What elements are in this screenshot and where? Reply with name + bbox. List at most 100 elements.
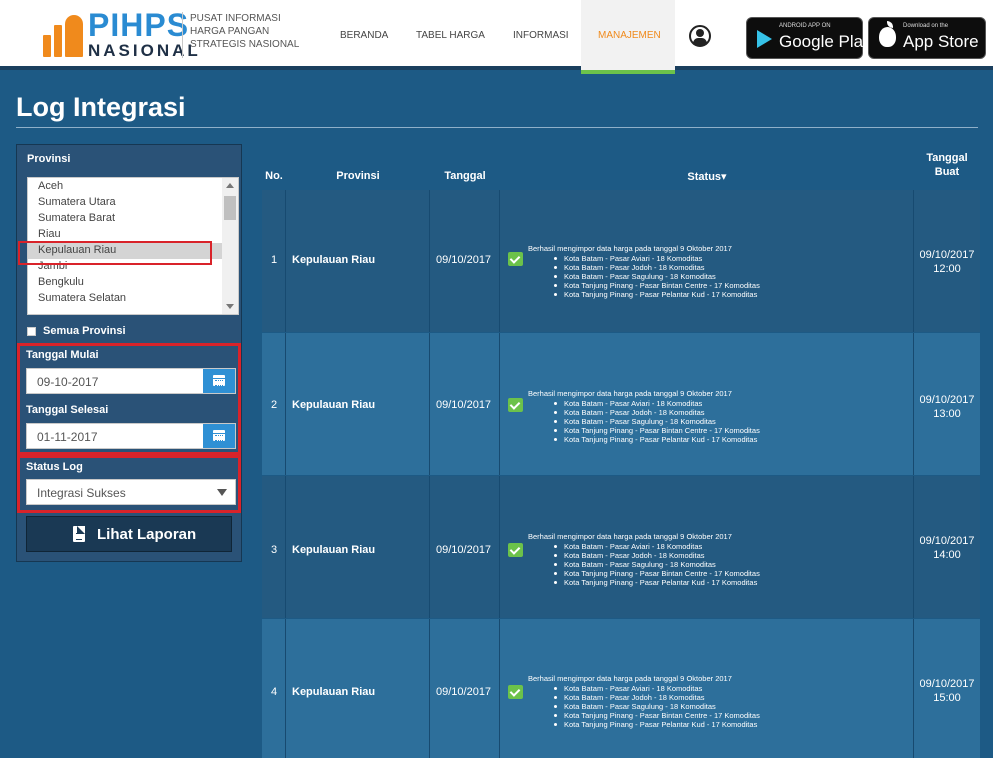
google-play-label: Google Play [779, 32, 872, 51]
row-provinsi: Kepulauan Riau [292, 686, 376, 698]
google-play-icon [757, 30, 772, 48]
row-buat-time: 13:00 [933, 408, 961, 420]
logo-desc-line: PUSAT INFORMASI [190, 13, 281, 24]
title-divider [16, 127, 978, 128]
row-buat-time: 12:00 [933, 263, 961, 275]
tanggal-selesai-input[interactable]: 01-11-2017 [26, 423, 236, 449]
province-option[interactable]: Aceh [38, 180, 63, 192]
status-item: Kota Batam - Pasar Sagulung - 18 Komodit… [554, 417, 716, 426]
header-tanggal-buat-2: Buat [934, 166, 960, 178]
status-head: Berhasil mengimpor data harga pada tangg… [528, 674, 732, 683]
chevron-down-icon [217, 489, 227, 496]
status-item: Kota Batam - Pasar Aviari - 18 Komoditas [553, 254, 703, 263]
nav-tabel-harga[interactable]: TABEL HARGA [416, 30, 485, 41]
logo-title[interactable]: PIHPS [88, 9, 189, 41]
nav-manajemen[interactable]: MANAJEMEN [598, 30, 661, 41]
row-buat-date: 09/10/2017 [919, 249, 975, 261]
status-item: Kota Batam - Pasar Jodoh - 18 Komoditas [554, 693, 705, 702]
row-buat-time: 15:00 [933, 692, 961, 704]
cell-status-bg [500, 333, 914, 475]
row-tanggal: 09/10/2017 [436, 544, 492, 556]
logo-desc-line: HARGA PANGAN [190, 26, 270, 37]
tanggal-selesai-label: Tanggal Selesai [26, 404, 109, 416]
tanggal-mulai-calendar-button[interactable] [203, 369, 235, 393]
status-head: Berhasil mengimpor data harga pada tangg… [528, 244, 732, 253]
success-check-icon [508, 543, 523, 557]
province-option[interactable]: Sumatera Barat [38, 212, 115, 224]
provinsi-label: Provinsi [27, 153, 71, 165]
header-provinsi[interactable]: Provinsi [286, 170, 430, 182]
row-no: 1 [271, 254, 278, 266]
table-row[interactable]: 1 Kepulauan Riau 09/10/2017 Berhasil men… [262, 190, 980, 332]
status-item: Kota Batam - Pasar Jodoh - 18 Komoditas [554, 408, 705, 417]
success-check-icon [508, 685, 523, 699]
status-log-label: Status Log [26, 461, 83, 473]
status-head: Berhasil mengimpor data harga pada tangg… [528, 389, 732, 398]
province-option[interactable]: Sumatera Selatan [38, 292, 126, 304]
status-log-value: Integrasi Sukses [37, 486, 126, 500]
success-check-icon [508, 252, 523, 266]
status-item: Kota Tanjung Pinang - Pasar Pelantar Kud… [553, 720, 758, 729]
nav-informasi[interactable]: INFORMASI [513, 30, 569, 41]
scrollbar-thumb[interactable] [224, 196, 236, 220]
user-account-icon[interactable] [689, 25, 711, 47]
cell-status-bg [500, 190, 914, 332]
header-no: No. [265, 170, 283, 182]
row-no: 2 [271, 399, 278, 411]
cell-status-bg [500, 476, 914, 618]
table-row[interactable]: 4 Kepulauan Riau 09/10/2017 Berhasil men… [262, 619, 980, 758]
status-item: Kota Tanjung Pinang - Pasar Bintan Centr… [554, 281, 760, 290]
status-item: Kota Tanjung Pinang - Pasar Bintan Centr… [554, 711, 760, 720]
status-item: Kota Tanjung Pinang - Pasar Bintan Centr… [554, 569, 760, 578]
app-store-small-text: Download on the [903, 23, 949, 29]
lihat-laporan-label: Lihat Laporan [97, 526, 197, 543]
semua-provinsi-checkbox[interactable] [27, 327, 36, 336]
nav-beranda[interactable]: BERANDA [340, 30, 388, 41]
apple-icon [879, 21, 896, 47]
status-head: Berhasil mengimpor data harga pada tangg… [528, 532, 732, 541]
tanggal-mulai-label: Tanggal Mulai [26, 349, 99, 361]
status-item: Kota Batam - Pasar Aviari - 18 Komoditas [553, 399, 703, 408]
province-option[interactable]: Bengkulu [38, 276, 84, 288]
app-store-label: App Store [903, 32, 979, 51]
calendar-icon [213, 430, 225, 441]
status-item: Kota Batam - Pasar Aviari - 18 Komoditas [553, 684, 703, 693]
row-buat-time: 14:00 [933, 549, 961, 561]
logo-desc-line: STRATEGIS NASIONAL [190, 39, 300, 50]
status-item: Kota Batam - Pasar Jodoh - 18 Komoditas [554, 551, 705, 560]
province-option[interactable]: Sumatera Utara [38, 196, 116, 208]
row-provinsi: Kepulauan Riau [292, 544, 376, 556]
row-buat-date: 09/10/2017 [919, 535, 975, 547]
header-tanggal[interactable]: Tanggal [430, 170, 500, 182]
status-item: Kota Batam - Pasar Sagulung - 18 Komodit… [554, 272, 716, 281]
status-log-select[interactable]: Integrasi Sukses [26, 479, 236, 505]
app-store-button[interactable]: Download on the App Store [868, 17, 986, 59]
province-option[interactable]: Riau [38, 228, 61, 240]
google-play-small-text: ANDROID APP ON [779, 23, 831, 29]
google-play-button[interactable]: ANDROID APP ON Google Play [746, 17, 872, 59]
lihat-laporan-button[interactable]: Lihat Laporan [26, 516, 232, 552]
row-no: 4 [271, 686, 278, 698]
row-provinsi: Kepulauan Riau [292, 254, 376, 266]
scroll-up-icon[interactable] [226, 183, 234, 188]
header-status[interactable]: Status▾ [500, 170, 914, 183]
status-item: Kota Tanjung Pinang - Pasar Pelantar Kud… [553, 435, 758, 444]
table-row[interactable]: 3 Kepulauan Riau 09/10/2017 Berhasil men… [262, 476, 980, 618]
status-item: Kota Tanjung Pinang - Pasar Pelantar Kud… [553, 578, 758, 587]
listbox-scrollbar[interactable] [222, 178, 238, 314]
row-provinsi: Kepulauan Riau [292, 399, 376, 411]
tanggal-mulai-input[interactable]: 09-10-2017 [26, 368, 236, 394]
semua-provinsi-label[interactable]: Semua Provinsi [43, 325, 126, 337]
row-tanggal: 09/10/2017 [436, 686, 492, 698]
status-item: Kota Tanjung Pinang - Pasar Pelantar Kud… [553, 290, 758, 299]
calendar-icon [213, 375, 225, 386]
pihps-logo-icon[interactable] [43, 15, 85, 57]
page-title: Log Integrasi [16, 92, 186, 122]
tanggal-selesai-value: 01-11-2017 [37, 430, 98, 444]
header-tanggal-buat[interactable]: Tanggal [914, 152, 980, 164]
scroll-down-icon[interactable] [226, 304, 234, 309]
tanggal-selesai-calendar-button[interactable] [203, 424, 235, 448]
status-item: Kota Tanjung Pinang - Pasar Bintan Centr… [554, 426, 760, 435]
table-row[interactable]: 2 Kepulauan Riau 09/10/2017 Berhasil men… [262, 333, 980, 475]
top-header: PIHPS NASIONAL PUSAT INFORMASI HARGA PAN… [0, 0, 993, 74]
